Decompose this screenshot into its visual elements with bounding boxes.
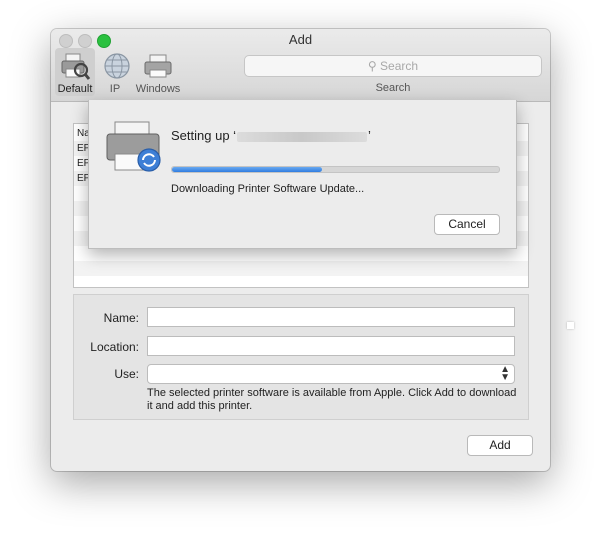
printer-search-icon — [61, 53, 91, 80]
toolbar-windows-label: Windows — [135, 83, 181, 95]
window-title: Add — [288, 32, 313, 47]
background-marker — [567, 322, 574, 329]
location-field[interactable] — [147, 336, 515, 356]
toolbar-ip-label: IP — [109, 83, 121, 95]
location-label: Location: — [90, 340, 139, 354]
setup-progress-sheet: Setting up ‘ ’ Downloading Printer Softwa… — [88, 100, 517, 249]
use-select[interactable]: ▲ ▼ — [147, 364, 515, 384]
toolbar-default-label: Default — [57, 83, 93, 95]
use-label: Use: — [114, 367, 139, 381]
search-icon: ⚲ — [367, 59, 377, 73]
chevron-updown-icon: ▲ ▼ — [500, 364, 510, 383]
download-progress-bar — [171, 166, 500, 173]
redacted-printer-name — [237, 131, 368, 142]
name-field[interactable] — [147, 307, 515, 327]
name-label: Name: — [103, 311, 139, 325]
list-empty-row — [74, 261, 528, 276]
setup-title-suffix: ’ — [368, 128, 371, 143]
windows-printer-icon — [144, 54, 172, 78]
toolbar-ip-button[interactable]: IP — [101, 48, 130, 96]
title-bar: Add Default IP Windows ⚲ Search Search — [51, 29, 550, 102]
search-input[interactable]: ⚲ Search — [244, 55, 542, 77]
toolbar-windows-button[interactable]: Windows — [133, 48, 183, 96]
download-progress-fill — [172, 167, 323, 172]
search-caption: Search — [375, 82, 411, 94]
setup-title-prefix: Setting up ‘ — [171, 128, 237, 143]
add-button[interactable]: Add — [467, 435, 533, 456]
printer-details-form: Name: Location: Use: ▲ ▼ The selected pri… — [73, 294, 529, 420]
globe-icon — [104, 53, 130, 79]
printer-update-icon — [106, 121, 161, 172]
search-placeholder: Search — [380, 59, 419, 73]
software-note: The selected printer software is availab… — [147, 387, 517, 412]
setup-title: Setting up ‘ ’ — [171, 128, 371, 143]
cancel-button[interactable]: Cancel — [434, 214, 500, 235]
toolbar-default-button[interactable]: Default — [55, 48, 95, 96]
add-printer-window: Add Default IP Windows ⚲ Search Search N… — [51, 29, 550, 471]
download-status: Downloading Printer Software Update... — [171, 183, 365, 195]
